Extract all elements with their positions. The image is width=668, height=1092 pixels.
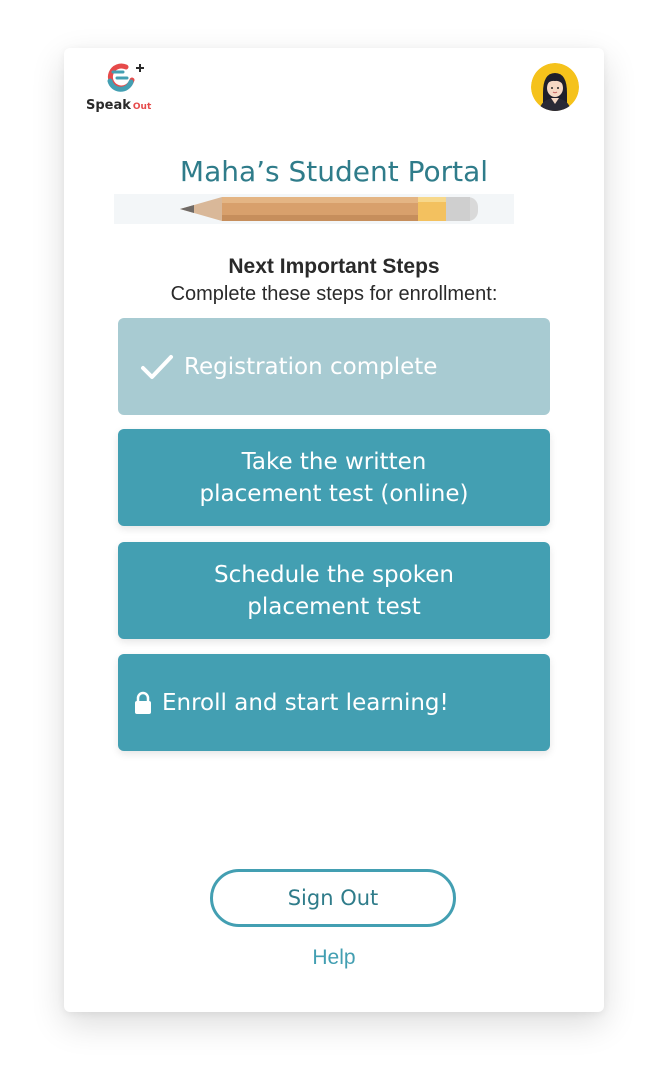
page-title: Maha’s Student Portal [179,155,489,188]
pencil-icon [114,194,514,224]
sign-out-button[interactable]: Sign Out [210,869,456,927]
step-label-line-1: Take the written [241,448,427,475]
step-registration-complete[interactable]: Registration complete [118,318,550,415]
student-avatar-icon [531,63,579,111]
steps-heading: Next Important Steps [228,255,440,278]
help-link[interactable]: Help [64,946,604,970]
lock-icon [135,691,151,714]
step-label-line-2: placement test (online) [199,480,469,507]
steps-subheading: Complete these steps for enrollment: [170,283,498,305]
speakout-logo[interactable]: Speak Out [86,62,160,114]
logo-wordmark: Speak Out [86,94,151,113]
step-label-line-1: Schedule the spoken [214,561,454,588]
logo-speak-text: Speak [86,98,131,113]
step-label: Registration complete [184,353,438,380]
speakout-logo-icon [107,63,144,92]
step-label: Enroll and start learning! [162,689,449,716]
check-icon [141,354,173,379]
step-label-line-2: placement test [247,593,421,620]
step-spoken-placement-test[interactable]: Schedule the spoken placement test [118,542,550,639]
step-label: Schedule the spoken placement test [214,559,454,623]
step-written-placement-test[interactable]: Take the written placement test (online) [118,429,550,526]
step-label: Take the written placement test (online) [200,446,469,510]
user-avatar[interactable] [531,63,579,111]
step-enroll-locked[interactable]: Enroll and start learning! [118,654,550,751]
portal-card: Speak Out Maha’s Student Portal Next Imp… [64,48,604,1012]
pencil-illustration [114,190,514,228]
logo-out-text: Out [132,102,152,112]
